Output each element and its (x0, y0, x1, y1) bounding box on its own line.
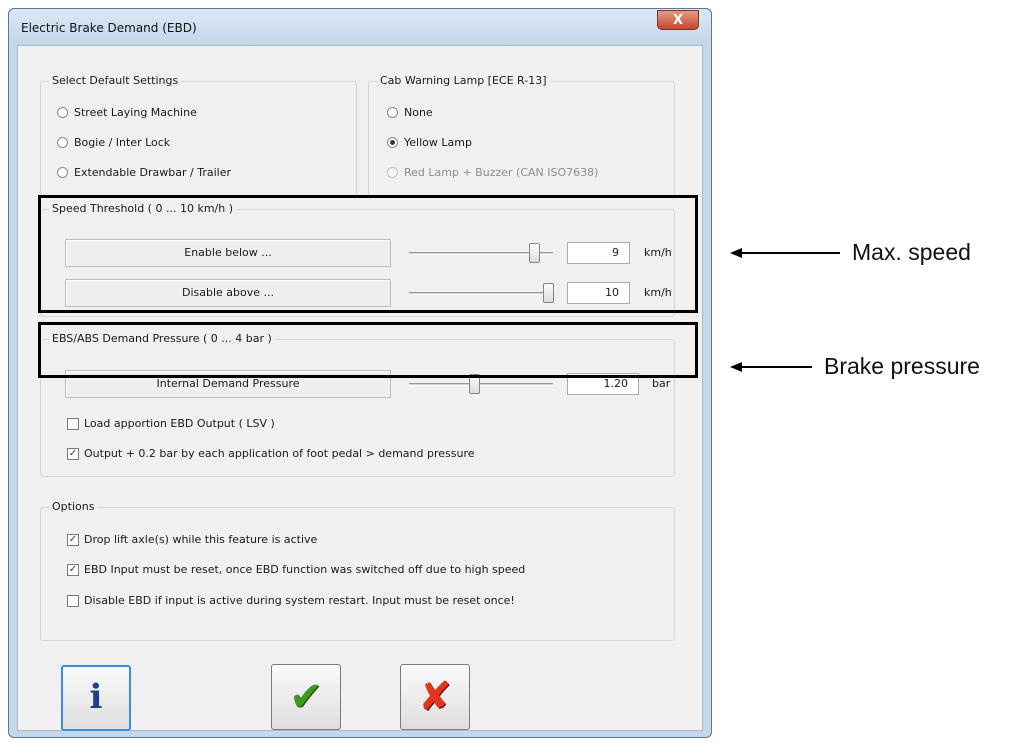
checkbox-label: Disable EBD if input is active during sy… (84, 594, 515, 607)
option-label: None (404, 106, 433, 119)
pressure-unit: bar (652, 377, 671, 390)
checkbox-label: Load apportion EBD Output ( LSV ) (84, 417, 275, 430)
option-label: Yellow Lamp (404, 136, 472, 149)
ok-button[interactable]: ✔ (271, 664, 341, 730)
checkbox-label: Drop lift axle(s) while this feature is … (84, 533, 318, 546)
cab-warning-lamp-group: Cab Warning Lamp [ECE R-13] None Yellow … (368, 74, 675, 197)
radio-bogie-inter-lock[interactable]: Bogie / Inter Lock (57, 136, 170, 149)
check-icon: ✓ (67, 447, 79, 460)
option-label: Street Laying Machine (74, 106, 197, 119)
title-bar: Electric Brake Demand (EBD) X (9, 9, 711, 45)
cab-warning-lamp-title: Cab Warning Lamp [ECE R-13] (377, 74, 550, 87)
close-button[interactable]: X (657, 10, 699, 30)
checkbox-box (67, 417, 79, 430)
window-title: Electric Brake Demand (EBD) (21, 21, 197, 35)
radio-extendable-drawbar[interactable]: Extendable Drawbar / Trailer (57, 166, 231, 179)
brake-pressure-annotation: Brake pressure (824, 353, 980, 379)
checkbox-load-apportion[interactable]: Load apportion EBD Output ( LSV ) (67, 417, 275, 430)
checkbox-drop-lift-axle[interactable]: ✓ Drop lift axle(s) while this feature is… (67, 533, 317, 546)
dialog-body: Select Default Settings Street Laying Ma… (17, 45, 703, 731)
info-button[interactable]: i (61, 665, 131, 731)
default-settings-title: Select Default Settings (49, 74, 182, 87)
check-icon: ✓ (67, 563, 79, 576)
radio-red-lamp-buzzer: Red Lamp + Buzzer (CAN ISO7638) (387, 166, 598, 179)
checkmark-icon: ✔ (289, 674, 323, 720)
pressure-slider-track[interactable] (409, 383, 553, 386)
max-speed-arrow-line (740, 252, 840, 254)
check-icon: ✓ (67, 533, 79, 546)
checkbox-label: Output + 0.2 bar by each application of … (84, 447, 475, 460)
info-icon: i (89, 677, 103, 717)
max-speed-annotation: Max. speed (852, 239, 971, 265)
radio-indicator (387, 167, 398, 178)
checkbox-output-plus-0-2-bar[interactable]: ✓ Output + 0.2 bar by each application of… (67, 447, 475, 460)
speed-threshold-highlight (38, 195, 698, 313)
cancel-button[interactable]: ✘ (400, 664, 470, 730)
checkbox-label: EBD Input must be reset, once EBD functi… (84, 563, 526, 576)
brake-pressure-highlight (38, 322, 698, 378)
checkbox-ebd-input-reset[interactable]: ✓ EBD Input must be reset, once EBD funct… (67, 563, 525, 576)
radio-indicator (57, 137, 68, 148)
radio-street-laying-machine[interactable]: Street Laying Machine (57, 106, 197, 119)
radio-indicator (57, 107, 68, 118)
close-icon: X (672, 13, 684, 28)
default-settings-group: Select Default Settings Street Laying Ma… (40, 74, 357, 197)
radio-yellow-lamp[interactable]: Yellow Lamp (387, 136, 472, 149)
checkbox-box (67, 594, 79, 607)
radio-indicator-selected (387, 137, 398, 148)
option-label: Red Lamp + Buzzer (CAN ISO7638) (404, 166, 599, 179)
option-label: Bogie / Inter Lock (74, 136, 171, 149)
option-label: Extendable Drawbar / Trailer (74, 166, 231, 179)
radio-lamp-none[interactable]: None (387, 106, 433, 119)
brake-pressure-arrow-line (740, 366, 812, 368)
radio-indicator (387, 107, 398, 118)
radio-indicator (57, 167, 68, 178)
checkbox-disable-ebd-on-restart[interactable]: Disable EBD if input is active during sy… (67, 594, 515, 607)
options-title: Options (49, 500, 98, 513)
options-group: Options ✓ Drop lift axle(s) while this fe… (40, 500, 675, 641)
cross-icon: ✘ (418, 674, 452, 720)
